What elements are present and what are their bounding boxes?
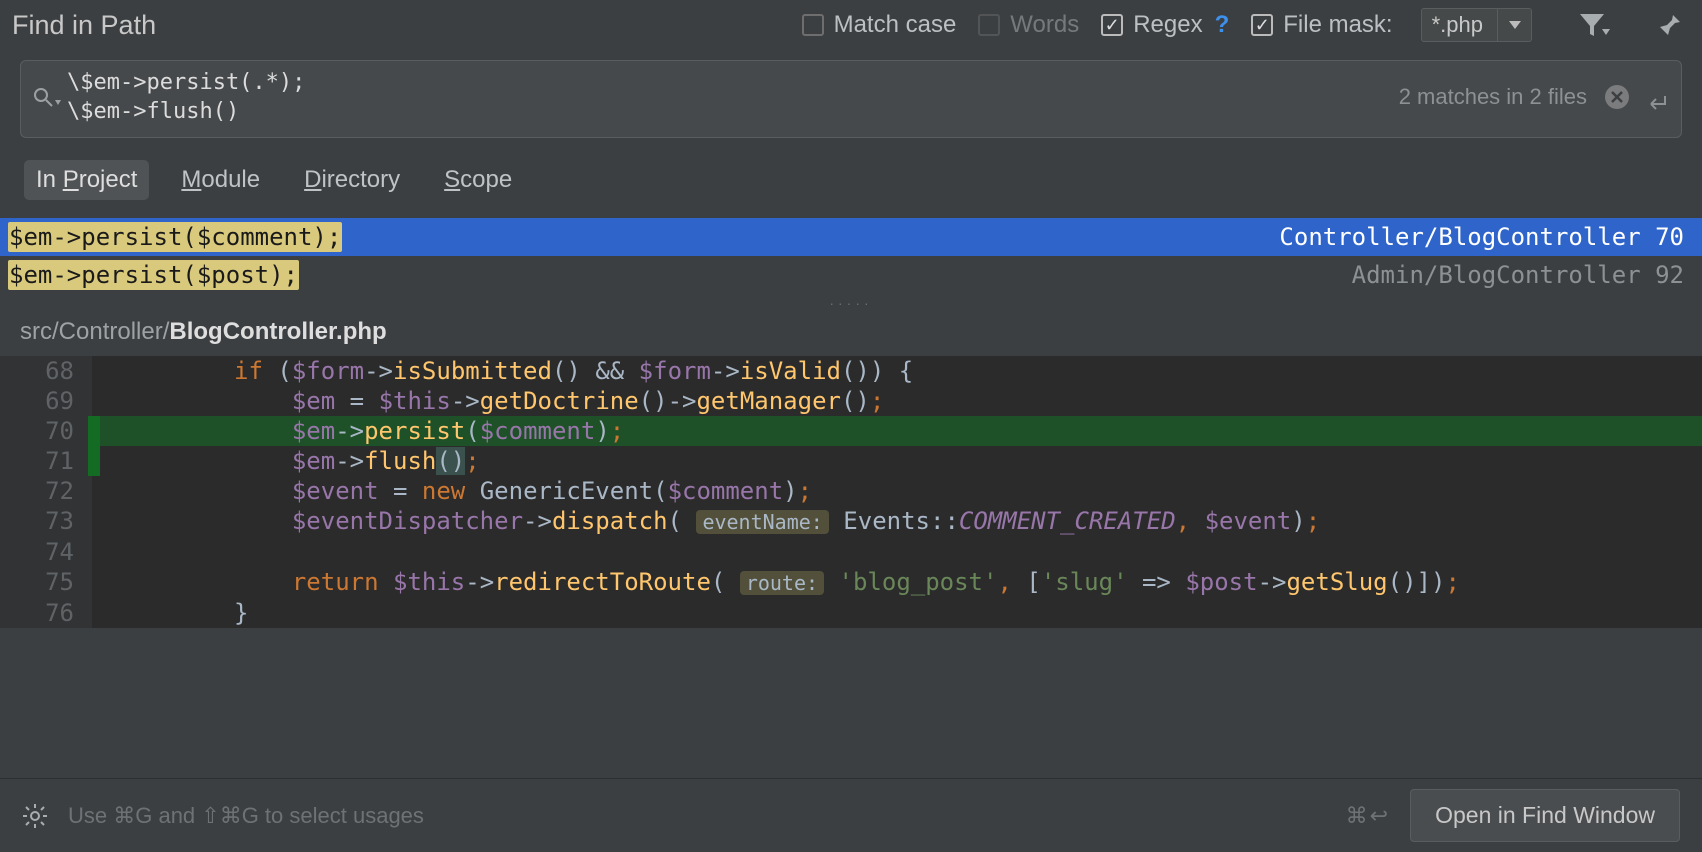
search-icon[interactable] (33, 87, 67, 107)
pin-icon[interactable] (1658, 13, 1682, 37)
search-field[interactable]: \$em->persist(.*); \$em->flush() 2 match… (20, 60, 1682, 138)
newline-icon[interactable] (1647, 94, 1669, 112)
result-location: Controller/BlogController 70 (1279, 223, 1684, 251)
file-mask-label: File mask: (1283, 11, 1392, 39)
file-mask-select[interactable]: *.php (1421, 8, 1532, 42)
search-status: 2 matches in 2 files (1399, 84, 1587, 110)
tab-in-project[interactable]: In Project (24, 160, 149, 200)
result-row[interactable]: $em->persist($post); Admin/BlogControlle… (0, 256, 1702, 294)
result-location: Admin/BlogController 92 (1352, 261, 1684, 289)
footer-shortcut: ⌘↩ (1346, 803, 1390, 829)
tab-module[interactable]: Module (169, 160, 272, 200)
clear-icon[interactable] (1605, 85, 1629, 109)
dialog-title: Find in Path (12, 10, 780, 41)
splitter-handle[interactable]: ····· (0, 294, 1702, 312)
words-label: Words (1010, 11, 1079, 39)
tab-directory[interactable]: Directory (292, 160, 412, 200)
match-case-label: Match case (834, 11, 957, 39)
regex-checkbox[interactable]: Regex? (1101, 11, 1229, 39)
words-checkbox: Words (978, 11, 1079, 39)
regex-help-icon[interactable]: ? (1215, 11, 1230, 39)
code-preview: 68 if ($form->isSubmitted() && $form->is… (0, 356, 1702, 628)
gear-icon[interactable] (22, 803, 48, 829)
open-find-window-button[interactable]: Open in Find Window (1410, 789, 1680, 842)
preview-file-path: src/Controller/BlogController.php (0, 312, 1702, 356)
filter-icon[interactable] (1580, 14, 1610, 36)
file-mask-checkbox[interactable]: File mask: (1251, 11, 1392, 39)
chevron-down-icon[interactable] (1497, 9, 1531, 41)
match-case-checkbox[interactable]: Match case (802, 11, 957, 39)
footer-hint: Use ⌘G and ⇧⌘G to select usages (68, 803, 1326, 829)
result-row[interactable]: $em->persist($comment); Controller/BlogC… (0, 218, 1702, 256)
tab-scope[interactable]: Scope (432, 160, 524, 200)
file-mask-value: *.php (1422, 12, 1497, 38)
search-query: \$em->persist(.*); \$em->flush() (67, 68, 1399, 126)
regex-label: Regex (1133, 11, 1202, 39)
